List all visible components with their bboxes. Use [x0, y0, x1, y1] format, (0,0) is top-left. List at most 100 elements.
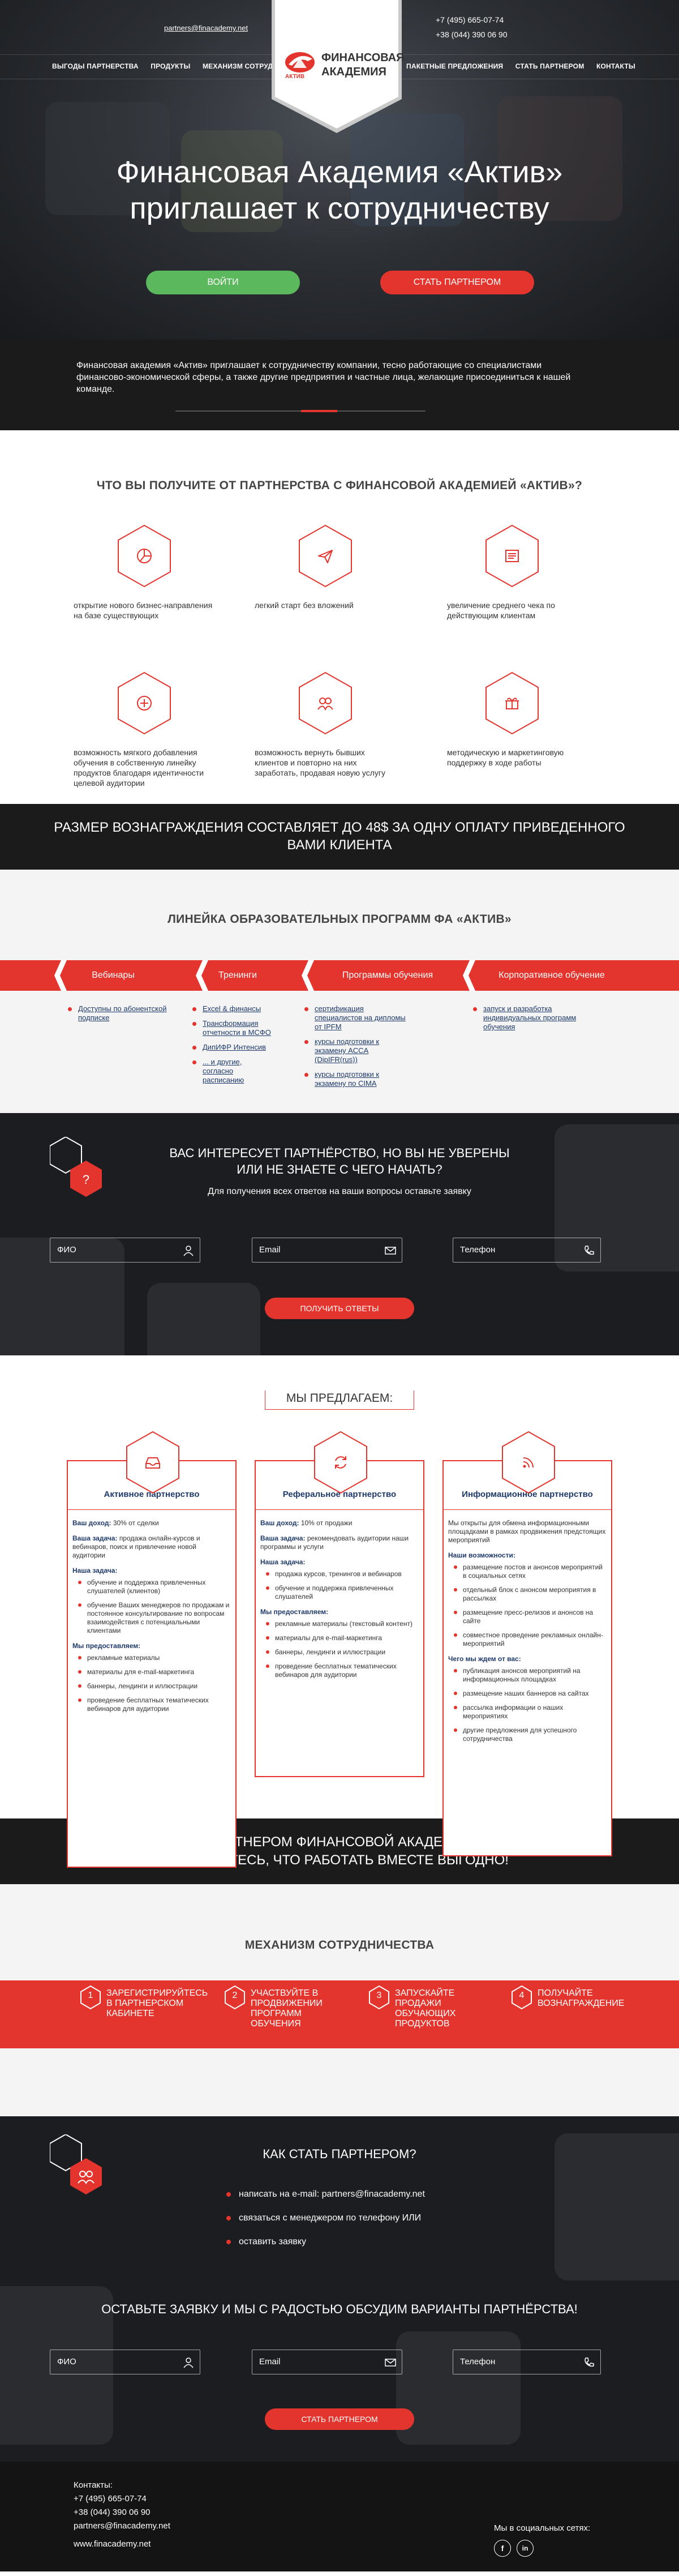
footer-contacts: Контакты: +7 (495) 665-07-74 +38 (044) 3…: [74, 2479, 170, 2551]
puzzle-bg: [396, 2331, 521, 2445]
benefit-text: увеличение среднего чека по действующим …: [447, 601, 555, 620]
hero-title-line1: Финансовая Академия «Актив»: [116, 155, 563, 189]
footer-email[interactable]: partners@finacademy.net: [74, 2519, 170, 2533]
nav-benefits[interactable]: ВЫГОДЫ ПАРТНЕРСТВА: [52, 62, 139, 70]
name-field[interactable]: ФИО: [50, 2350, 200, 2374]
paper-plane-icon: [297, 524, 354, 588]
phone-field[interactable]: Телефон: [453, 1238, 601, 1263]
mail-icon: [385, 1247, 396, 1255]
benefit-text: возможность мягкого добавления обучения …: [74, 748, 204, 788]
hero-title-line2: приглашает к сотрудничеству: [130, 191, 549, 225]
step-text: УЧАСТВУЙТЕ В ПРОДВИЖЕНИИ ПРОГРАММ ОБУЧЕН…: [251, 1988, 323, 2029]
get-answers-button[interactable]: ПОЛУЧИТЬ ОТВЕТЫ: [265, 1298, 414, 1319]
program-link[interactable]: курсы подготовки к экзамену ACCA (DipIFR…: [304, 1037, 412, 1064]
tab-webinars[interactable]: Вебинары: [68, 960, 158, 991]
email-placeholder: Email: [259, 1245, 281, 1255]
how-title: КАК СТАТЬ ПАРТНЕРОМ?: [263, 2147, 416, 2161]
nav-contacts[interactable]: КОНТАКТЫ: [596, 62, 635, 70]
header-phone-1[interactable]: +7 (495) 665-07-74: [436, 12, 508, 27]
list-item: проведение бесплатных тематических вебин…: [260, 1662, 419, 1679]
list-item: рекламные материалы (текстовый контент): [260, 1620, 419, 1628]
mechanism-step: 4 ПОЛУЧАЙТЕ ВОЗНАГРАЖДЕНИЕ: [510, 1980, 624, 2048]
nav-packages[interactable]: ПАКЕТНЫЕ ПРЕДЛОЖЕНИЯ: [406, 62, 503, 70]
user-icon: [183, 1246, 194, 1256]
our-tasks-list: продажа курсов, тренингов и вебинаров обу…: [260, 1570, 419, 1601]
pie-chart-icon: [116, 524, 173, 588]
our-tasks-list: обучение и поддержка привлеченных слушат…: [72, 1578, 231, 1635]
login-button[interactable]: ВОЙТИ: [146, 271, 300, 294]
program-link[interactable]: Excel & финансы: [192, 1004, 272, 1013]
intro-section: Финансовая академия «Актив» приглашает к…: [0, 340, 679, 430]
program-link[interactable]: запуск и разработка индивидуальных прогр…: [473, 1004, 586, 1032]
become-partner-button[interactable]: СТАТЬ ПАРТНЕРОМ: [265, 2408, 414, 2430]
how-title2: ОСТАВЬТЕ ЗАЯВКУ И МЫ С РАДОСТЬЮ ОБСУДИМ …: [101, 2302, 578, 2316]
header-phone-2[interactable]: +38 (044) 390 06 90: [436, 27, 508, 42]
email-field[interactable]: Email: [252, 2350, 402, 2374]
gift-icon: [484, 671, 540, 735]
tab-trainings[interactable]: Тренинги: [198, 960, 277, 991]
list-item: размещение постов и анонсов мероприятий …: [448, 1563, 607, 1580]
hero-partner-button[interactable]: СТАТЬ ПАРТНЕРОМ: [380, 271, 534, 294]
list-item: материалы для e-mail-маркетинга: [72, 1668, 231, 1676]
tab-education[interactable]: Программы обучения: [317, 960, 458, 991]
name-placeholder: ФИО: [57, 2357, 76, 2367]
offer-card-body: Ваш доход: 10% от продажи Ваша задача: ре…: [256, 1509, 423, 1692]
how-list: написать на e-mail: partners@finacademy.…: [226, 2189, 425, 2260]
step-text: ЗАПУСКАЙТЕ ПРОДАЖИ ОБУЧАЮЩИХ ПРОДУКТОВ: [395, 1988, 456, 2029]
program-link[interactable]: ДипИФР Интенсив: [192, 1043, 272, 1052]
mechanism-step: 1 ЗАРЕГИСТРИРУЙТЕСЬ В ПАРТНЕРСКОМ КАБИНЕТ…: [79, 1980, 208, 2048]
step-number: 3: [376, 1991, 382, 2000]
name-field[interactable]: ФИО: [50, 1238, 200, 1263]
rss-icon: [500, 1431, 557, 1494]
list-item: рассылка информации о наших мероприятиях: [448, 1704, 607, 1721]
program-link[interactable]: сертификация специалистов на дипломы от …: [304, 1004, 412, 1032]
email-field[interactable]: Email: [252, 1238, 402, 1263]
how-section: КАК СТАТЬ ПАРТНЕРОМ? написать на e-mail:…: [0, 2116, 679, 2462]
header-email-link[interactable]: partners@finacademy.net: [164, 24, 248, 32]
reward-text-a: РАЗМЕР ВОЗНАГРАЖДЕНИЯ СОСТАВЛЯЕТ ДО: [54, 820, 366, 835]
benefit-item: открытие нового бизнес-направления на ба…: [74, 524, 215, 621]
linkedin-icon[interactable]: in: [517, 2540, 534, 2557]
footer-site[interactable]: www.finacademy.net: [74, 2538, 170, 2551]
facebook-icon[interactable]: f: [494, 2540, 511, 2557]
benefit-item: увеличение среднего чека по действующим …: [447, 524, 577, 621]
program-link[interactable]: курсы подготовки к экзамену по CIMA: [304, 1070, 412, 1088]
step-text: ПОЛУЧАЙТЕ ВОЗНАГРАЖДЕНИЕ: [538, 1988, 625, 2008]
footer-phone-1[interactable]: +7 (495) 665-07-74: [74, 2492, 170, 2506]
benefits-title: ЧТО ВЫ ПОЛУЧИТЕ ОТ ПАРТНЕРСТВА С ФИНАНСО…: [96, 479, 583, 492]
how-item: написать на e-mail: partners@finacademy.…: [226, 2189, 425, 2200]
program-link[interactable]: Доступны по абонентской подписке: [68, 1004, 175, 1022]
phone-field[interactable]: Телефон: [453, 2350, 601, 2374]
offer-card: Реферальное партнерство Ваш доход: 10% от…: [255, 1431, 424, 1777]
benefits-section: ЧТО ВЫ ПОЛУЧИТЕ ОТ ПАРТНЕРСТВА С ФИНАНСО…: [0, 430, 679, 804]
logo-subtitle: АКТИВ: [285, 74, 305, 80]
offer-card-body: Мы открыты для обмена информационными пл…: [444, 1509, 611, 1756]
task-label: Ваша задача:: [72, 1534, 118, 1542]
slider-indicator[interactable]: [175, 410, 426, 412]
list-item: баннеры, лендинги и иллюстрации: [72, 1682, 231, 1691]
program-link[interactable]: ... и другие, согласно расписанию: [192, 1058, 272, 1085]
interest-title: ВАС ИНТЕРЕСУЕТ ПАРТНЁРСТВО, НО ВЫ НЕ УВЕ…: [0, 1145, 679, 1178]
nav-become-partner[interactable]: СТАТЬ ПАРТНЕРОМ: [515, 62, 585, 70]
benefit-item: возможность мягкого добавления обучения …: [74, 671, 215, 788]
our-tasks-list: размещение постов и анонсов мероприятий …: [448, 1563, 607, 1648]
users-hex-icon: [50, 2134, 102, 2194]
nav-products[interactable]: ПРОДУКТЫ: [151, 62, 190, 70]
benefit-text: возможность вернуть бывших клиентов и по…: [255, 748, 385, 777]
how-item: оставить заявку: [226, 2236, 425, 2248]
offer-card-body: Ваш доход: 30% от сделки Ваша задача: про…: [68, 1509, 235, 1726]
footer-phone-2[interactable]: +38 (044) 390 06 90: [74, 2506, 170, 2519]
offers-section: МЫ ПРЕДЛАГАЕМ: Активное партнерство Ваш д…: [0, 1355, 679, 1868]
tab-corporate[interactable]: Корпоративное обучение: [481, 960, 622, 991]
program-link[interactable]: Трансформация отчетности в МСФО: [192, 1019, 272, 1037]
our-tasks-label: Наша задача:: [72, 1567, 118, 1574]
list-item: другие предложения для успешного сотрудн…: [448, 1726, 607, 1743]
benefit-item: возможность вернуть бывших клиентов и по…: [255, 671, 396, 778]
list-item: продажа курсов, тренингов и вебинаров: [260, 1570, 419, 1578]
list-item: совместное проведение рекламных онлайн-м…: [448, 1631, 607, 1648]
provide-label: Мы предоставляем:: [260, 1608, 329, 1616]
step-number: 1: [88, 1991, 93, 2000]
logo[interactable]: ФИНАНСОВАЯ АКАДЕМИЯ АКТИВ: [272, 0, 405, 136]
list-item: рекламные материалы: [72, 1654, 231, 1662]
programs-section: ЛИНЕЙКА ОБРАЗОВАТЕЛЬНЫХ ПРОГРАММ ФА «АКТ…: [0, 870, 679, 1113]
